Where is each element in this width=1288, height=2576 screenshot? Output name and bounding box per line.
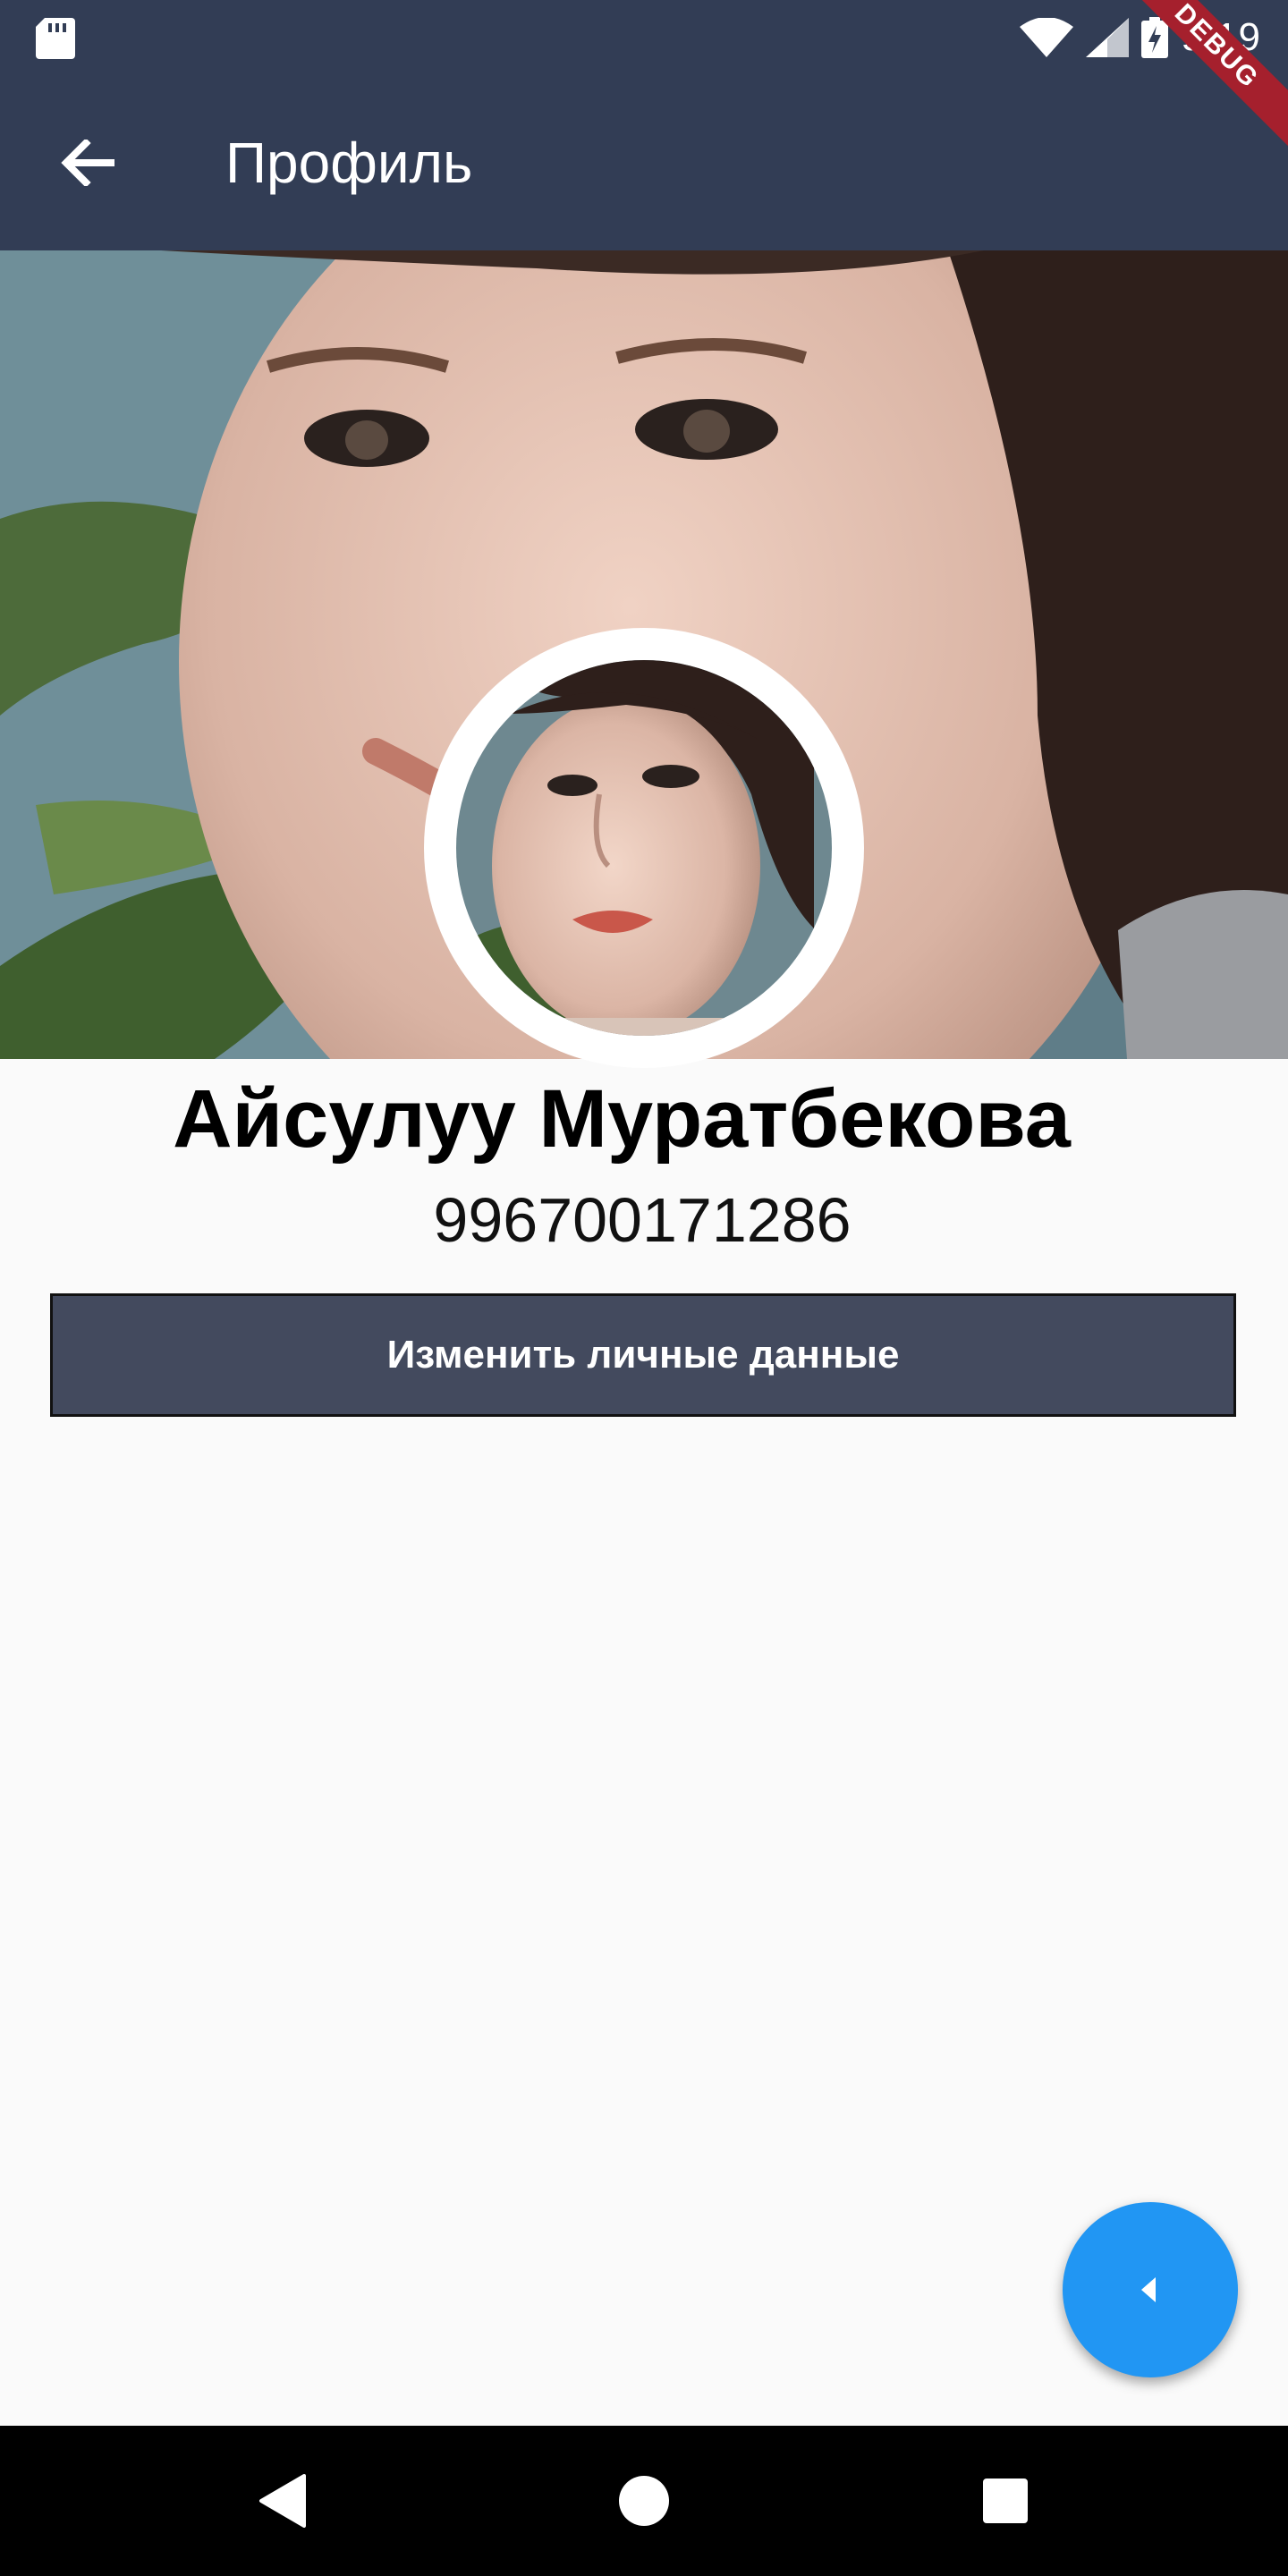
user-phone: 996700171286: [433, 1185, 852, 1255]
nav-recents-button[interactable]: [970, 2465, 1041, 2537]
avatar-ring: [424, 628, 864, 1068]
page-title: Профиль: [225, 131, 473, 195]
nav-back-button[interactable]: [247, 2465, 318, 2537]
app-bar: Профиль: [0, 75, 1288, 250]
status-bar: 9:19: [0, 0, 1288, 75]
signal-icon: [1086, 18, 1130, 57]
back-triangle-icon: [259, 2474, 306, 2528]
back-button[interactable]: [45, 120, 131, 206]
wifi-icon: [1020, 18, 1074, 57]
fab-button[interactable]: [1063, 2202, 1238, 2377]
home-circle-icon: [619, 2476, 669, 2526]
user-name: Айсулуу Муратбекова: [173, 1073, 1071, 1165]
recents-square-icon: [983, 2479, 1028, 2523]
caret-left-icon: [1141, 2277, 1156, 2302]
nav-home-button[interactable]: [608, 2465, 680, 2537]
avatar[interactable]: [456, 660, 832, 1036]
edit-profile-button[interactable]: Изменить личные данные: [50, 1293, 1236, 1417]
system-nav-bar: [0, 2426, 1288, 2576]
arrow-back-icon: [61, 140, 114, 186]
sd-card-icon: [36, 18, 75, 59]
